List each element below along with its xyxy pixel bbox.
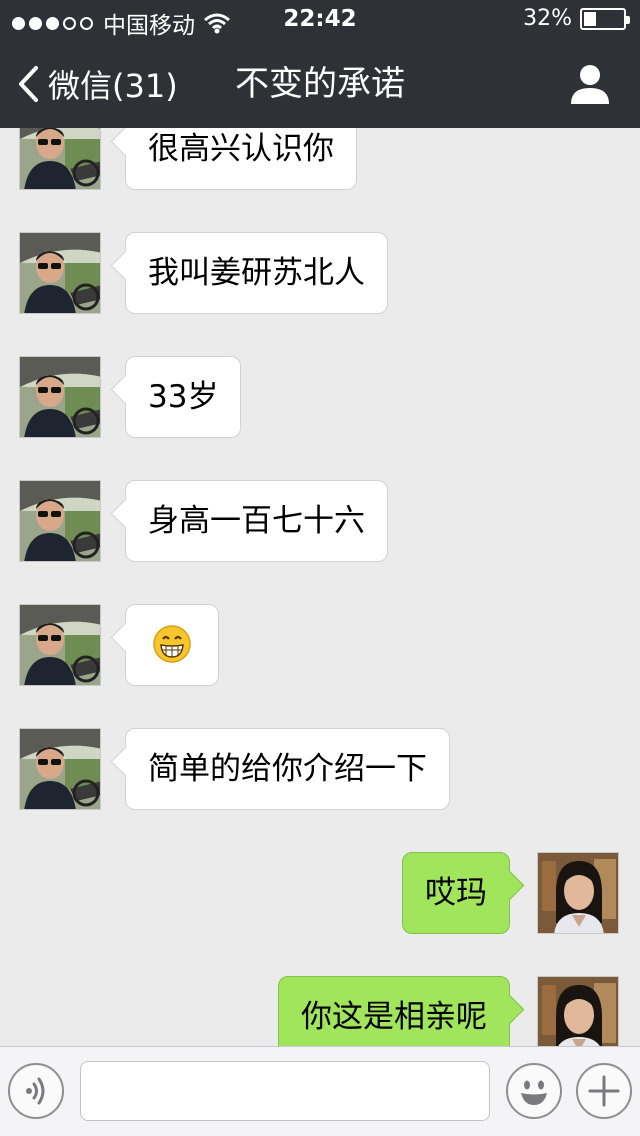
message-row: 很高兴认识你	[19, 128, 419, 190]
message-text: 你这是相亲呢	[301, 999, 487, 1035]
chat-title: 不变的承诺	[235, 64, 405, 104]
smiley-icon	[521, 1080, 547, 1105]
message-text: 很高兴认识你	[148, 131, 334, 167]
message-bubble[interactable]: 33岁	[125, 356, 242, 438]
message-row: 我叫姜研苏北人	[19, 232, 419, 314]
man-driving-avatar[interactable]	[19, 728, 101, 810]
message-bubble[interactable]: 哎玛	[402, 852, 510, 934]
message-row: 简单的给你介绍一下	[19, 728, 519, 810]
input-bar	[0, 1046, 640, 1136]
message-input[interactable]	[80, 1061, 490, 1121]
woman-avatar[interactable]	[537, 852, 619, 934]
man-driving-avatar[interactable]	[19, 356, 101, 438]
emoji-button[interactable]	[506, 1063, 562, 1119]
battery-percent: 32%	[523, 6, 572, 31]
message-bubble[interactable]: 你这是相亲呢	[278, 976, 510, 1046]
battery-icon	[580, 7, 630, 30]
message-row: 身高一百七十六	[19, 480, 419, 562]
man-driving-avatar[interactable]	[19, 604, 101, 686]
grin-emoji	[153, 624, 191, 663]
man-driving-avatar[interactable]	[19, 128, 101, 190]
more-button[interactable]	[576, 1063, 632, 1119]
message-row: 哎玛	[219, 852, 619, 934]
message-bubble[interactable]: 简单的给你介绍一下	[125, 728, 450, 810]
person-icon[interactable]	[570, 62, 610, 106]
woman-avatar[interactable]	[537, 976, 619, 1046]
message-row: 你这是相亲呢	[219, 976, 619, 1046]
message-text: 我叫姜研苏北人	[148, 255, 365, 291]
message-text: 33岁	[148, 379, 219, 415]
status-bar: 中国移动 22:42 32%	[0, 0, 640, 40]
message-row: 33岁	[19, 356, 419, 438]
message-bubble[interactable]: 很高兴认识你	[125, 128, 357, 190]
voice-button[interactable]	[8, 1063, 64, 1119]
voice-icon	[26, 1077, 45, 1105]
plus-icon	[588, 1075, 620, 1107]
header: 中国移动 22:42 32% 微信(31) 不变的承诺	[0, 0, 640, 128]
message-bubble[interactable]	[125, 604, 219, 686]
message-bubble[interactable]: 我叫姜研苏北人	[125, 232, 388, 314]
man-driving-avatar[interactable]	[19, 480, 101, 562]
message-bubble[interactable]: 身高一百七十六	[125, 480, 388, 562]
man-driving-avatar[interactable]	[19, 232, 101, 314]
nav-bar: 微信(31) 不变的承诺	[0, 40, 640, 128]
message-row	[19, 604, 419, 686]
message-text: 简单的给你介绍一下	[148, 751, 427, 787]
message-list[interactable]: 很高兴认识你 我叫姜研苏北人 33岁 身高一百七十六 简单的给你介绍一下 哎玛 …	[0, 128, 640, 1046]
message-text: 哎玛	[425, 875, 487, 911]
message-text: 身高一百七十六	[148, 503, 365, 539]
